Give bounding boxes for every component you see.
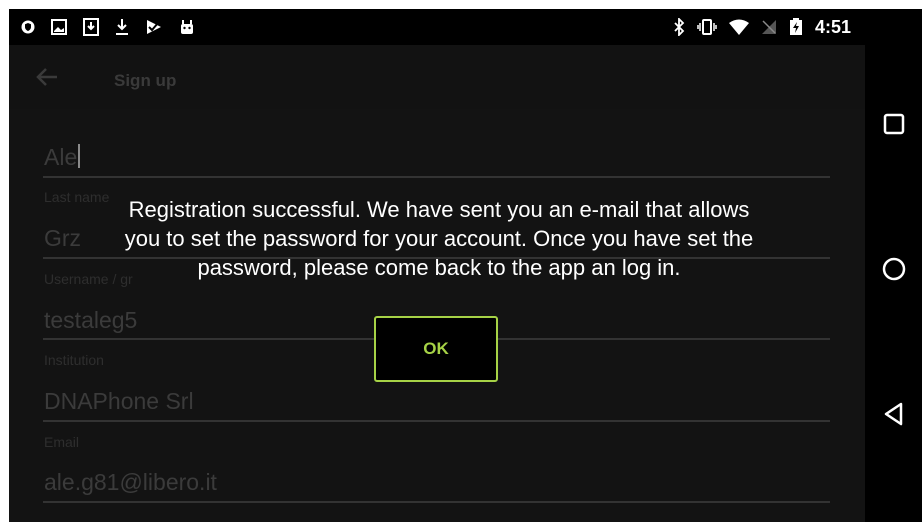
recents-button[interactable] [865,106,922,146]
toolbar-title: Sign up [114,71,177,90]
email-field[interactable]: ale.g81@libero.it [44,469,217,496]
status-time: 4:51 [814,16,851,37]
institution-underline [43,420,830,422]
shield-icon [21,20,35,34]
device-screen: 4:51 Sign up Ale Last name Grz Username … [9,9,922,522]
back-arrow-icon[interactable] [35,65,59,94]
image-icon [51,19,67,35]
status-right-icons: 4:51 [673,9,851,45]
signup-screen: Sign up Ale Last name Grz Username / gr … [9,45,865,522]
status-left-icons [21,9,195,45]
home-circle-icon [882,257,906,286]
check-flag-icon [145,18,163,36]
vibrate-icon [697,19,717,35]
institution-field[interactable]: DNAPhone Srl [44,388,194,415]
recents-square-icon [883,113,905,140]
wifi-icon [728,19,749,35]
username-field[interactable]: testaleg5 [44,307,137,334]
dialog-message-line: you to set the password for your account… [124,226,754,251]
first-name-underline [43,176,830,178]
bluetooth-icon [673,18,685,36]
dialog-message-line: Registration successful. We have sent yo… [128,197,750,222]
first-name-field[interactable]: Ale [44,144,81,171]
no-signal-icon [761,19,777,35]
first-name-value: Ale [44,144,78,170]
android-icon [179,19,195,35]
back-button[interactable] [865,396,922,436]
status-bar: 4:51 [9,9,865,45]
ok-button[interactable]: OK [374,316,498,382]
back-triangle-icon [883,402,905,431]
institution-label: Institution [44,352,104,368]
email-underline [43,501,830,503]
home-button[interactable] [865,251,922,291]
download-box-icon [83,18,99,36]
app-toolbar: Sign up [9,45,865,109]
email-label: Email [44,434,80,450]
battery-charging-icon [789,18,803,36]
text-cursor [78,144,81,168]
dialog-message: Registration successful. We have sent yo… [49,195,829,282]
dialog-message-line: password, please come back to the app an… [197,255,681,280]
navigation-bar [865,9,922,522]
download-icon [115,18,129,36]
